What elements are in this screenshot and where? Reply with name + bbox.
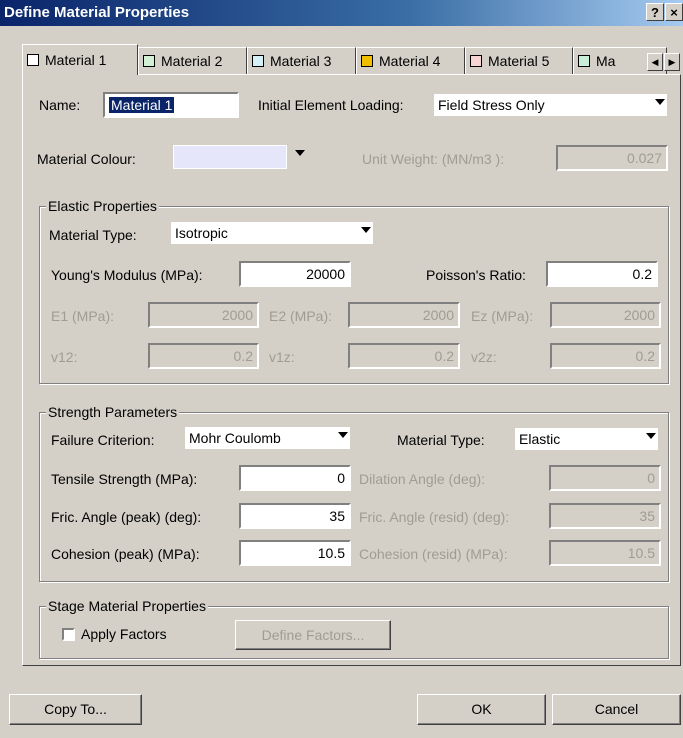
tab-label: Material 2 [161,53,223,69]
tensile-strength-label: Tensile Strength (MPa): [51,471,198,487]
v12-field[interactable]: 0.2 [148,343,259,369]
e1-label: E1 (MPa): [51,308,115,324]
cohesion-peak-label: Cohesion (peak) (MPa): [51,546,200,562]
cohesion-resid-label: Cohesion (resid) (MPa): [359,546,508,562]
material-color-swatch [470,55,482,68]
chevron-down-icon [655,99,665,105]
material-color-swatch [143,55,155,68]
ez-label: Ez (MPa): [471,308,534,324]
failure-criterion-dropdown[interactable]: Mohr Coulomb [184,426,351,450]
material-colour-dropdown[interactable] [287,145,307,169]
cancel-button[interactable]: Cancel [552,694,681,725]
ok-button[interactable]: OK [417,694,546,725]
title-bar: Define Material Properties ? × [0,0,683,26]
chevron-down-icon [646,433,656,439]
e2-label: E2 (MPa): [269,308,333,324]
strength-material-type-dropdown[interactable]: Elastic [514,427,659,451]
chevron-down-icon [338,432,348,438]
elastic-material-type-dropdown[interactable]: Isotropic [170,221,374,245]
strength-parameters-title: Strength Parameters [46,404,180,420]
dilation-angle-label: Dilation Angle (deg): [359,471,486,487]
initial-loading-label: Initial Element Loading: [258,97,404,113]
e2-field[interactable]: 2000 [348,302,460,328]
arrow-right-icon: ▶ [668,57,676,67]
material-colour-label: Material Colour: [37,151,136,167]
youngs-modulus-label: Young's Modulus (MPa): [51,267,203,283]
strength-material-type-label: Material Type: [397,432,485,448]
tab-label: Material 5 [488,53,550,69]
tab-scroll-left-button[interactable]: ◀ [647,53,663,71]
initial-loading-value: Field Stress Only [438,97,545,113]
ez-field[interactable]: 2000 [550,302,661,328]
fric-angle-resid-label: Fric. Angle (resid) (deg): [359,509,510,525]
tab-material-4[interactable]: Material 4 [356,47,465,74]
v2z-label: v2z: [471,349,497,365]
close-button[interactable]: × [665,3,683,21]
elastic-material-type-value: Isotropic [175,225,228,241]
unit-weight-field[interactable]: 0.027 [556,145,668,171]
poissons-ratio-label: Poisson's Ratio: [426,267,526,283]
tab-label: Material 4 [379,53,441,69]
tab-label: Ma [596,53,616,69]
initial-loading-dropdown[interactable]: Field Stress Only [433,93,668,117]
tab-material-1[interactable]: Material 1 [22,44,138,75]
tab-label: Material 3 [270,53,332,69]
help-button[interactable]: ? [646,3,664,21]
name-value: Material 1 [109,97,175,113]
youngs-modulus-field[interactable]: 20000 [239,261,351,287]
elastic-material-type-label: Material Type: [49,227,137,243]
tab-scroll-right-button[interactable]: ▶ [664,53,680,71]
stage-material-properties-title: Stage Material Properties [46,598,208,614]
tab-material-5[interactable]: Material 5 [465,47,573,74]
fric-angle-peak-field[interactable]: 35 [239,503,351,529]
copy-to-button[interactable]: Copy To... [9,694,142,725]
strength-material-type-value: Elastic [519,431,561,447]
poissons-ratio-field[interactable]: 0.2 [546,261,658,287]
cohesion-peak-field[interactable]: 10.5 [239,540,351,566]
material-color-swatch [252,55,264,68]
tab-material-2[interactable]: Material 2 [138,47,247,74]
e1-field[interactable]: 2000 [148,302,259,328]
name-label: Name: [39,97,81,113]
arrow-left-icon: ◀ [651,57,659,67]
v12-label: v12: [51,349,78,365]
tensile-strength-field[interactable]: 0 [239,465,351,491]
material-color-swatch [578,55,590,68]
window-title: Define Material Properties [4,4,190,21]
define-factors-button[interactable]: Define Factors... [235,620,391,650]
failure-criterion-label: Failure Criterion: [51,432,155,448]
apply-factors-label: Apply Factors [81,626,167,642]
chevron-down-icon [295,150,305,156]
dilation-angle-field[interactable]: 0 [549,465,661,491]
material-colour-swatch[interactable] [173,145,287,169]
fric-angle-peak-label: Fric. Angle (peak) (deg): [51,509,202,525]
elastic-properties-title: Elastic Properties [46,198,159,214]
fric-angle-resid-field[interactable]: 35 [549,503,661,529]
unit-weight-label: Unit Weight: (MN/m3 ): [362,151,505,167]
v1z-label: v1z: [269,349,295,365]
name-field[interactable]: Material 1 [103,92,239,118]
apply-factors-checkbox[interactable] [62,628,75,641]
chevron-down-icon [361,227,371,233]
cohesion-resid-field[interactable]: 10.5 [549,540,661,566]
material-color-swatch [361,55,373,68]
v1z-field[interactable]: 0.2 [348,343,460,369]
material-properties-panel: Name: Material 1 Initial Element Loading… [22,74,681,666]
v2z-field[interactable]: 0.2 [550,343,661,369]
tab-material-3[interactable]: Material 3 [247,47,356,74]
material-color-swatch [27,54,39,67]
failure-criterion-value: Mohr Coulomb [189,430,281,446]
tab-label: Material 1 [45,52,107,68]
